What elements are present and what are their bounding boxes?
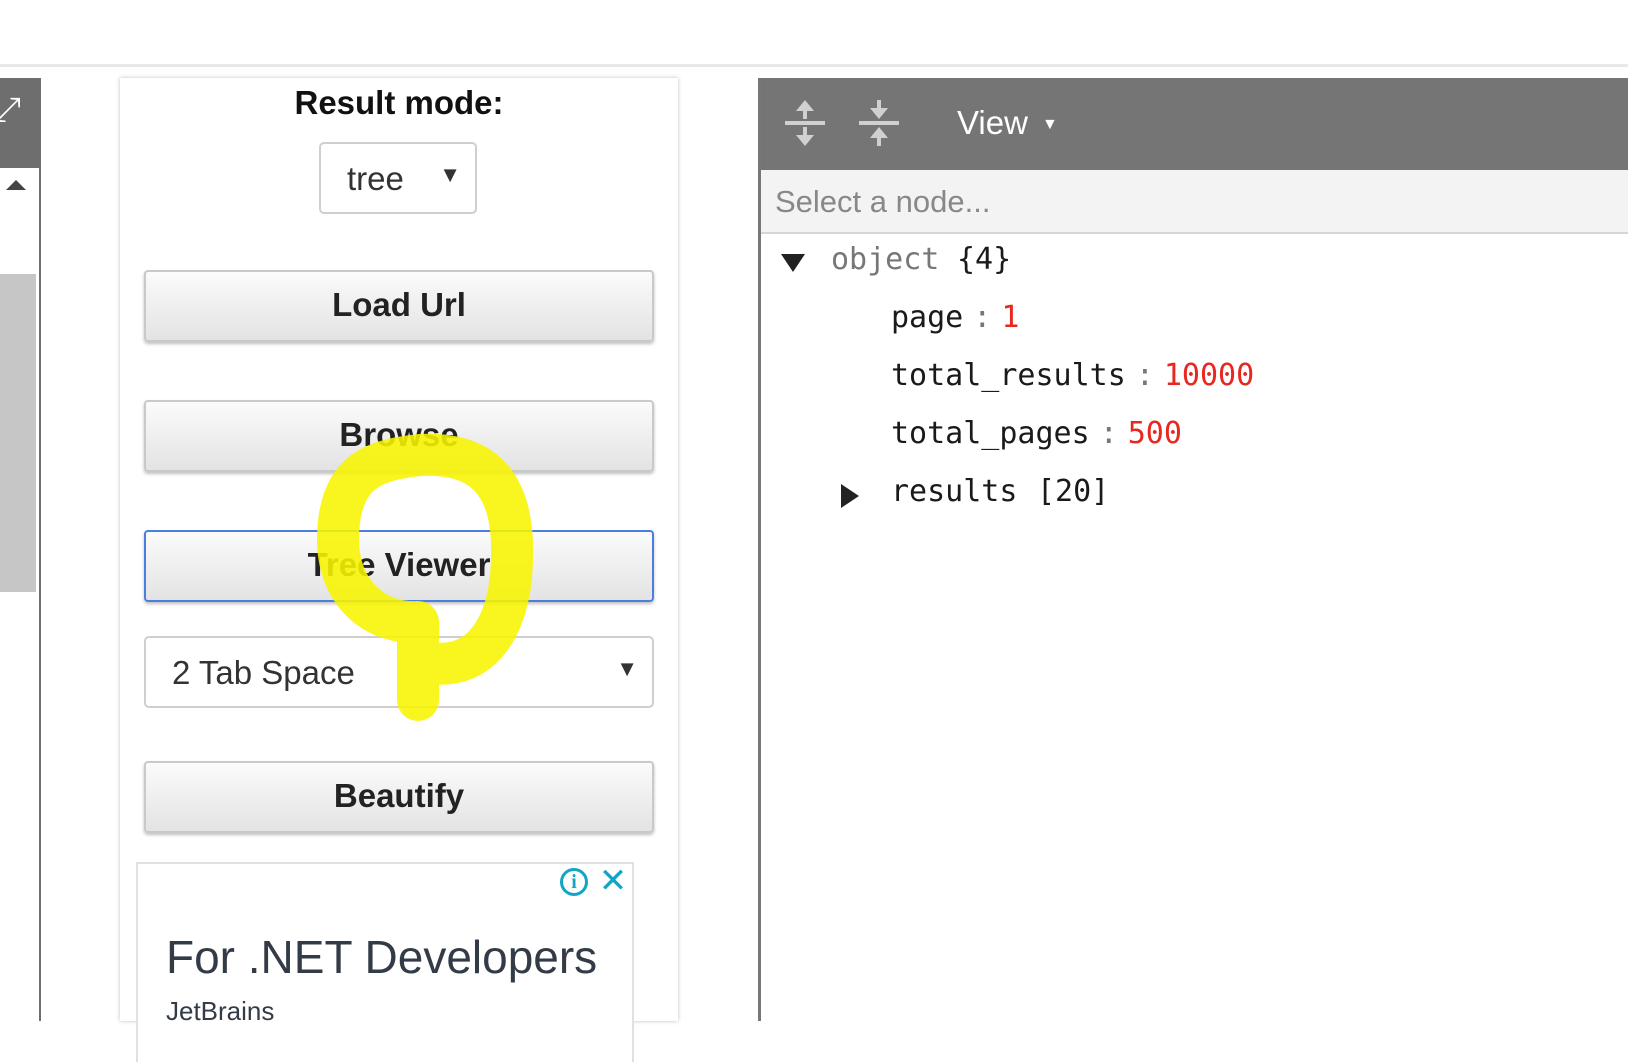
result-mode-label: Result mode: <box>294 84 504 121</box>
beautify-button[interactable]: Beautify <box>144 761 654 833</box>
ad-headline[interactable]: For .NET Developers <box>166 930 597 984</box>
left-editor-menu: ⤢ <box>0 78 39 168</box>
browse-button[interactable]: Browse <box>144 400 654 472</box>
node-separator: : <box>1135 358 1154 393</box>
scrollbar-thumb[interactable] <box>0 274 36 592</box>
chevron-down-icon: ▼ <box>616 656 638 681</box>
chevron-down-icon: ▼ <box>439 162 461 187</box>
node-value[interactable]: 500 <box>1128 416 1182 451</box>
view-menu-label: View <box>957 104 1028 141</box>
collapse-all-icon[interactable] <box>857 98 901 148</box>
expand-arrow-icon[interactable] <box>841 484 859 508</box>
node-separator: : <box>1099 416 1118 451</box>
ad-brand[interactable]: JetBrains <box>166 996 274 1027</box>
node-separator: : <box>973 300 992 335</box>
node-key: total_results <box>891 358 1126 393</box>
tree-viewer-button[interactable]: Tree Viewer <box>144 530 654 602</box>
control-panel: Result mode: tree ▼ Load Url Browse Tree… <box>120 78 678 1062</box>
tree-navigation-bar[interactable]: Select a node... <box>761 170 1628 234</box>
node-key: page <box>891 300 964 335</box>
tree-node-field[interactable]: total_pages:500 <box>891 416 1182 451</box>
tree-menu-bar: View ▼ <box>761 78 1628 170</box>
indent-select-value: 2 Tab Space <box>172 654 355 691</box>
expand-icon[interactable]: ⤢ <box>0 92 21 128</box>
result-mode-select[interactable]: tree ▼ <box>319 142 477 214</box>
indent-select[interactable]: 2 Tab Space ▼ <box>144 636 654 708</box>
tree-viewer-panel: View ▼ Select a node... object {4} page:1… <box>758 78 1628 1021</box>
node-value[interactable]: 10000 <box>1164 358 1254 393</box>
node-key: total_pages <box>891 416 1090 451</box>
tree-node-field[interactable]: page:1 <box>891 300 1019 335</box>
browser-top-strip <box>0 0 1628 67</box>
collapse-arrow-icon[interactable] <box>781 254 805 272</box>
node-count: [20] <box>1037 474 1110 509</box>
node-key: object <box>831 242 940 277</box>
caret-down-icon: ▼ <box>1041 116 1058 134</box>
scroll-up-arrow-icon[interactable] <box>6 180 26 190</box>
load-url-button[interactable]: Load Url <box>144 270 654 342</box>
result-mode-value: tree <box>347 160 404 197</box>
view-menu-button[interactable]: View ▼ <box>957 104 1058 142</box>
left-editor-panel: ⤢ <box>0 78 41 1021</box>
tree-node-field[interactable]: total_results:10000 <box>891 358 1254 393</box>
advertisement[interactable]: i ✕ For .NET Developers JetBrains <box>136 862 634 1062</box>
node-count: {4} <box>957 242 1012 277</box>
node-key: results <box>891 474 1018 509</box>
node-value[interactable]: 1 <box>1001 300 1019 335</box>
info-icon[interactable]: i <box>560 868 588 896</box>
expand-all-icon[interactable] <box>783 98 827 148</box>
node-path-placeholder: Select a node... <box>775 184 991 219</box>
close-icon[interactable]: ✕ <box>598 864 628 898</box>
